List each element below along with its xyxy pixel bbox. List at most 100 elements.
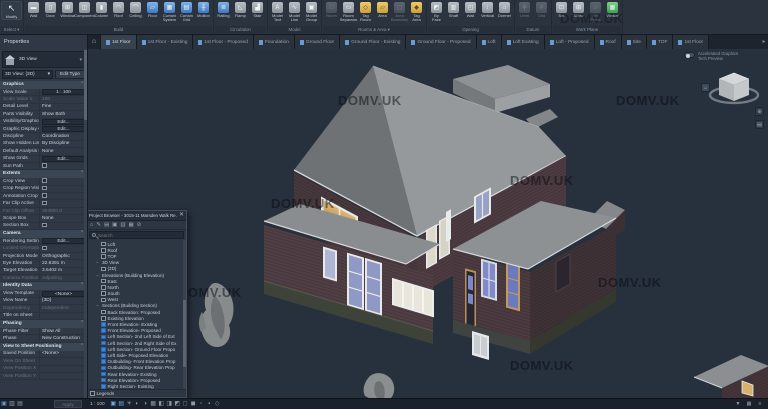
property-value[interactable]: Coordination	[40, 133, 87, 140]
view-tab-ground-floor-proposed-6[interactable]: Ground Floor - Proposed	[406, 35, 476, 49]
property-value[interactable]	[40, 200, 87, 207]
wall-button[interactable]: ◰Wall	[462, 1, 479, 18]
toggle-switch-icon[interactable]	[684, 52, 695, 58]
view-tab-1st-floor-proposed-2[interactable]: 1st Floor - Proposed	[193, 35, 253, 49]
ceiling-button[interactable]: ⌒Ceiling	[127, 1, 144, 18]
property-value[interactable]: Adjusting	[40, 275, 87, 282]
value-button[interactable]: 1 : 100	[42, 89, 85, 95]
browser-views-list-icon[interactable]: ▤	[104, 221, 109, 230]
pan-tool-icon[interactable]: ▤	[755, 120, 764, 129]
view-tab-site-11[interactable]: Site	[622, 35, 647, 49]
tree-item-legends[interactable]: Legends	[88, 389, 186, 397]
property-value[interactable]: <None>	[40, 291, 87, 297]
property-value[interactable]: 1 : 100	[40, 89, 87, 95]
edit-type-button[interactable]: Edit Type	[55, 70, 85, 79]
lock-view-icon[interactable]: ◨	[166, 399, 173, 409]
accelerated-graphics-toggle[interactable]: Accelerated GraphicsTech Preview	[684, 51, 764, 61]
browser-sheets-list-icon[interactable]: ▣	[112, 221, 117, 230]
checkbox[interactable]	[42, 178, 47, 183]
crop-view-icon[interactable]: ▦	[150, 399, 157, 409]
room-button[interactable]: □Room	[323, 1, 340, 18]
browser-home-icon[interactable]: ⌂	[90, 221, 93, 230]
curtain-grid-button[interactable]: ▤Curtain Grid	[178, 1, 195, 23]
property-value[interactable]: Edit...	[40, 156, 87, 162]
checkbox[interactable]	[42, 186, 47, 191]
view-properties-icon[interactable]: ▫	[198, 399, 205, 409]
floor-button[interactable]: ▱Floor	[144, 1, 161, 18]
sun-path-icon[interactable]: ☀	[126, 399, 133, 409]
property-value[interactable]: Edit...	[40, 119, 87, 125]
navigation-wheel-icon[interactable]: ⊕	[755, 107, 764, 116]
property-value[interactable]: 100	[40, 96, 87, 103]
search-box[interactable]	[89, 231, 184, 239]
visual-style-icon[interactable]: ▣	[110, 399, 117, 409]
column-button[interactable]: ▮Column	[93, 1, 110, 18]
checkbox[interactable]	[42, 246, 47, 251]
property-value[interactable]: None	[40, 215, 87, 222]
grid-button[interactable]: #Grid	[533, 1, 550, 18]
property-value[interactable]: Edit...	[40, 238, 87, 244]
browser-link-icon[interactable]: ⊘	[137, 221, 142, 230]
property-value[interactable]: Orthographic	[40, 253, 87, 260]
view-scale-control[interactable]: 1 : 100	[90, 402, 105, 407]
tree-collapse-icon[interactable]: −	[95, 273, 100, 278]
worksets-icon[interactable]: ▣	[0, 399, 8, 409]
selection-toggle-icon[interactable]: ▼	[734, 399, 742, 409]
project-browser-titlebar[interactable]: Project Browser - 3015-11 Marsden Walk R…	[88, 211, 186, 221]
property-value[interactable]	[40, 163, 87, 170]
railing-button[interactable]: ≣Railing	[215, 1, 232, 18]
apply-button[interactable]: Apply	[54, 400, 82, 408]
value-button[interactable]: Edit...	[42, 156, 85, 162]
property-value[interactable]: Show Both	[40, 111, 87, 118]
value-button[interactable]: Edit...	[42, 126, 85, 132]
wall-button[interactable]: ▬Wall	[25, 1, 42, 18]
filter-icon[interactable]: ▦	[745, 399, 753, 409]
ramp-button[interactable]: ◺Ramp	[232, 1, 249, 18]
view-tab-loft-existing-8[interactable]: Loft Existing	[502, 35, 545, 49]
property-value[interactable]: By Discipline	[40, 140, 87, 147]
tree-item-left-section-ground-floor-propo[interactable]: Left Section- Ground Floor Propo	[88, 346, 186, 352]
model-text-button[interactable]: AModel Text	[269, 1, 286, 23]
model-group-button[interactable]: ▣Model Group	[303, 1, 320, 23]
area-boundary-button[interactable]: ◻Area Boundary	[391, 1, 408, 23]
tree-item-left-section-2nd-right-side-of-ex[interactable]: Left Section- 2nd Right Side of Ex	[88, 340, 186, 346]
value-button[interactable]: Edit...	[42, 119, 85, 125]
instance-selector[interactable]: 3D View: {3D}▾	[2, 70, 53, 79]
tag-room-button[interactable]: ◇Tag Room	[357, 1, 374, 23]
value-button[interactable]: Edit...	[42, 238, 85, 244]
view-tab-1st-floor-0[interactable]: 1st Floor	[101, 35, 137, 49]
shaft-button[interactable]: ▥Shaft	[445, 1, 462, 18]
area-button[interactable]: ▱Area	[374, 1, 391, 18]
checkbox[interactable]	[42, 201, 47, 206]
property-value[interactable]: <None>	[40, 350, 87, 357]
set-button[interactable]: ⊡Set	[553, 1, 570, 18]
view-tab-1st-floor-existing-1[interactable]: 1st Floor - Existing	[137, 35, 194, 49]
property-value[interactable]: 3.6402 m	[40, 267, 87, 274]
property-value[interactable]	[40, 178, 87, 185]
tree-collapse-icon[interactable]: −	[95, 260, 100, 265]
shadows-icon[interactable]: ◐	[134, 399, 141, 409]
tree-collapse-icon[interactable]: −	[95, 303, 100, 308]
component-button[interactable]: ◫Component	[76, 1, 93, 18]
roof-button[interactable]: ◠Roof	[110, 1, 127, 18]
stair-button[interactable]: ▟Stair	[249, 1, 266, 18]
value-button[interactable]: <None>	[42, 291, 85, 297]
property-value[interactable]: Show All	[40, 328, 87, 335]
viewcube[interactable]	[706, 65, 762, 109]
view-tab-ground-floor-existing-5[interactable]: Ground Floor - Existing	[340, 35, 406, 49]
view-tab-loft-proposed-9[interactable]: Loft - Proposed	[545, 35, 595, 49]
tree-scrollbar[interactable]	[183, 240, 186, 389]
browser-groups-list-icon[interactable]: ▦	[129, 221, 134, 230]
level-button[interactable]: ╪Level	[516, 1, 533, 18]
ref-plane-button[interactable]: ▱Ref Plane	[587, 1, 604, 23]
property-value[interactable]: New Construction	[40, 335, 87, 342]
checkbox[interactable]	[42, 163, 47, 168]
checkbox[interactable]	[42, 193, 47, 198]
property-value[interactable]: Fine	[40, 103, 87, 110]
reveal-hidden-icon[interactable]: ◻	[182, 399, 189, 409]
selection-count[interactable]: ≡	[756, 399, 764, 409]
tree-item-outbuilding-rear-elevation-prop[interactable]: Outbuilding- Rear Elevation Prop	[88, 365, 186, 371]
home-icon[interactable]: ⌂	[88, 35, 101, 49]
tree-item-right-section-existing[interactable]: Right Section- Existing	[88, 383, 186, 389]
modify-button[interactable]: ↖Modify	[1, 1, 22, 20]
